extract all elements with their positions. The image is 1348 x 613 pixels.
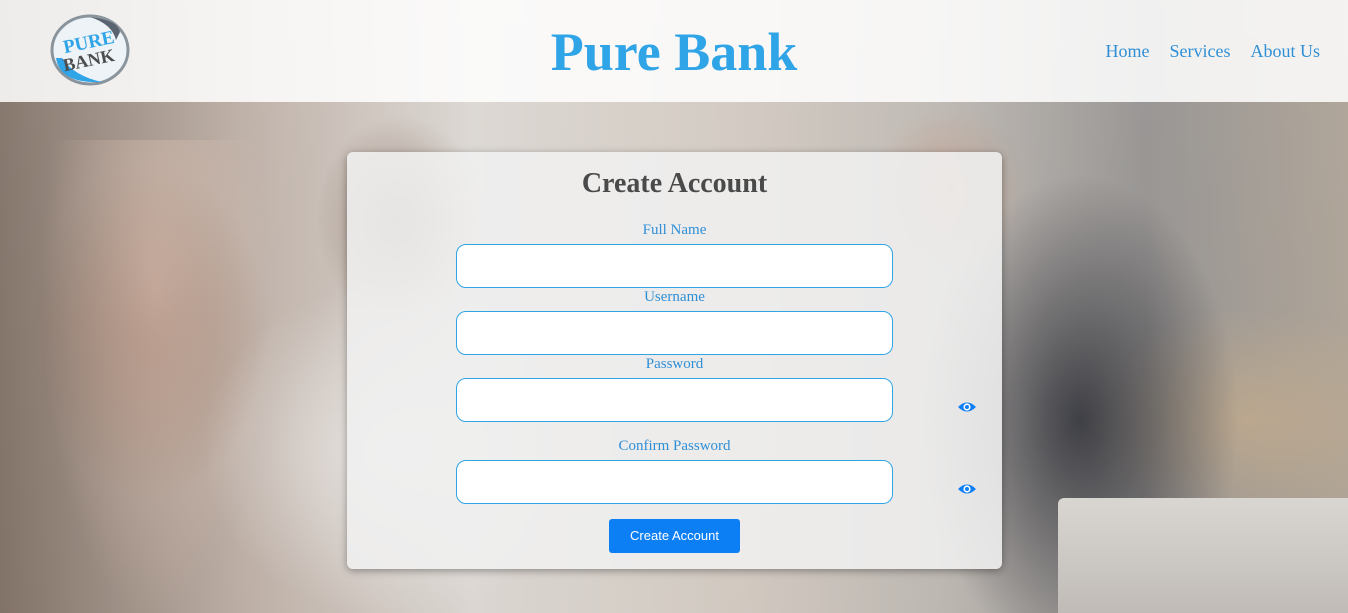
username-input[interactable] (456, 311, 893, 355)
confirm-password-visibility-eye-icon[interactable] (957, 482, 977, 496)
form-title: Create Account (581, 168, 768, 199)
main-nav: Home Services About Us (1106, 40, 1321, 62)
username-label: Username (644, 289, 705, 305)
page: PURE BANK Pure Bank Home Services About … (0, 0, 1348, 613)
site-header: PURE BANK Pure Bank Home Services About … (0, 0, 1348, 102)
full-name-input[interactable] (456, 244, 893, 288)
full-name-label: Full Name (642, 222, 707, 238)
create-account-form: Create Account Full Name Username Passwo… (347, 152, 1002, 569)
nav-about-us-link[interactable]: About Us (1250, 40, 1320, 62)
nav-home-link[interactable]: Home (1106, 40, 1150, 62)
password-input[interactable] (456, 378, 893, 422)
password-visibility-eye-icon[interactable] (957, 400, 977, 414)
password-label: Password (645, 356, 704, 372)
confirm-password-label: Confirm Password (618, 438, 731, 454)
create-account-button[interactable]: Create Account (609, 519, 740, 553)
confirm-password-input[interactable] (456, 460, 893, 504)
background-laptop (1058, 498, 1348, 613)
nav-services-link[interactable]: Services (1170, 40, 1231, 62)
